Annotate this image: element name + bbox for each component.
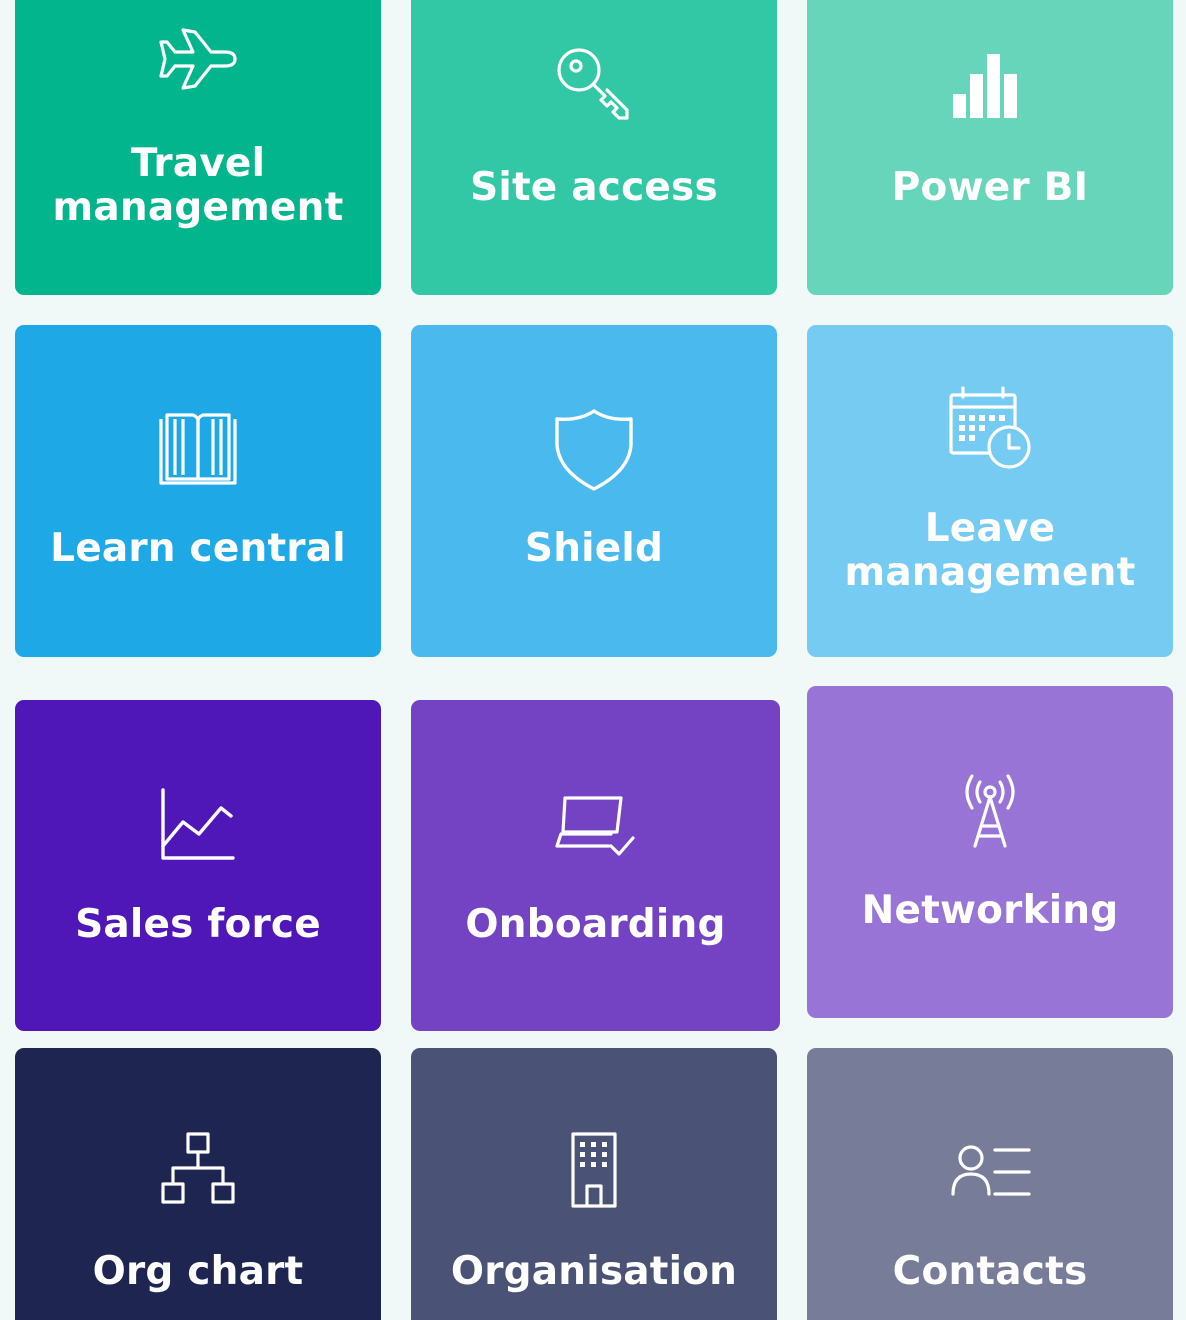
tile-label: Site access: [470, 165, 718, 210]
tile-organisation[interactable]: Organisation: [411, 1048, 777, 1320]
app-tile-grid: Travel management Site access Power BI L…: [0, 0, 1186, 1320]
building-icon: [549, 1128, 639, 1218]
shield-icon: [549, 405, 639, 495]
airplane-icon: [153, 20, 243, 110]
tile-label: Sales force: [75, 902, 321, 947]
tile-label: Contacts: [892, 1249, 1088, 1294]
tile-label: Org chart: [92, 1249, 304, 1294]
tile-label: Shield: [524, 526, 664, 571]
tile-sales-force[interactable]: Sales force: [15, 700, 381, 1031]
tile-power-bi[interactable]: Power BI: [807, 0, 1173, 295]
laptop-check-icon: [551, 784, 641, 874]
tile-label: Power BI: [891, 165, 1089, 210]
tile-label: Organisation: [450, 1249, 738, 1294]
tile-leave-management[interactable]: Leave management: [807, 325, 1173, 657]
key-icon: [549, 40, 639, 130]
org-chart-icon: [153, 1128, 243, 1218]
tile-site-access[interactable]: Site access: [411, 0, 777, 295]
bar-chart-icon: [945, 40, 1035, 130]
tile-label: Learn central: [50, 526, 346, 571]
tile-onboarding[interactable]: Onboarding: [411, 700, 780, 1031]
line-chart-icon: [153, 784, 243, 874]
tile-shield[interactable]: Shield: [411, 325, 777, 657]
calendar-clock-icon: [945, 383, 1035, 473]
tile-org-chart[interactable]: Org chart: [15, 1048, 381, 1320]
tile-label: Networking: [861, 888, 1119, 933]
tile-networking[interactable]: Networking: [807, 686, 1173, 1018]
tile-label: Leave management: [844, 506, 1136, 595]
tile-learn-central[interactable]: Learn central: [15, 325, 381, 657]
tile-label: Onboarding: [465, 902, 726, 947]
contact-list-icon: [945, 1128, 1035, 1218]
book-icon: [153, 405, 243, 495]
tile-travel-management[interactable]: Travel management: [15, 0, 381, 295]
antenna-icon: [945, 770, 1035, 860]
tile-contacts[interactable]: Contacts: [807, 1048, 1173, 1320]
tile-label: Travel management: [52, 141, 344, 230]
